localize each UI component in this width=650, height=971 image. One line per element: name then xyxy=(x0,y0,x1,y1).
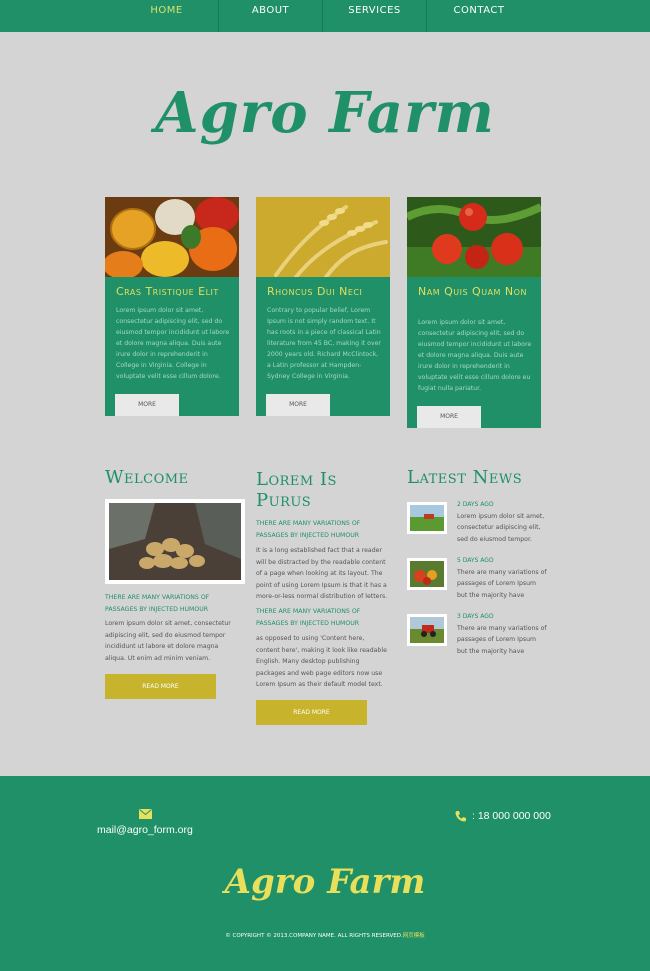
news-image xyxy=(410,561,444,587)
card-title: Nam Quis Quam Non xyxy=(418,285,527,298)
wheat-image xyxy=(256,197,390,277)
read-more-button[interactable]: READ MORE xyxy=(256,700,367,725)
welcome-text: Lorem ipsum dolor sit amet, consectetur … xyxy=(105,620,231,662)
copyright: © COPYRIGHT © 2013.COMPANY NAME. ALL RIG… xyxy=(0,931,650,939)
news-date: 5 DAYS AGO xyxy=(457,557,494,564)
welcome-subhead: THERE ARE MANY VARIATIONS OF PASSAGES BY… xyxy=(105,594,210,613)
news-date: 3 DAYS AGO xyxy=(457,613,494,620)
nav-item-home[interactable]: HOME xyxy=(115,0,219,32)
news-text: There are many variations of passages of… xyxy=(457,625,547,655)
top-nav: HOME ABOUT SERVICES CONTACT xyxy=(0,0,650,32)
feature-card: Cras Tristique Elit Lorem ipsum dolor si… xyxy=(105,197,239,416)
news-text: Lorem ipsum dolor sit amet, consectetur … xyxy=(457,513,545,543)
lorem-text: as opposed to using 'Content here, conte… xyxy=(256,635,387,688)
nav-item-contact[interactable]: CONTACT xyxy=(427,0,531,32)
potatoes-image xyxy=(105,499,245,584)
news-thumb[interactable] xyxy=(407,502,447,534)
tomatoes-image xyxy=(407,197,541,277)
card-text: Lorem ipsum dolor sit amet, consectetur … xyxy=(116,307,230,380)
news-thumb[interactable] xyxy=(407,614,447,646)
more-button[interactable]: MORE xyxy=(266,394,330,416)
card-text: Lorem ipsum dolor sit amet, consectetur … xyxy=(418,319,532,392)
read-more-button[interactable]: READ MORE xyxy=(105,674,216,699)
vegetables-image xyxy=(105,197,239,277)
lorem-text: It is a long established fact that a rea… xyxy=(256,547,388,600)
lorem-subhead: THERE ARE MANY VARIATIONS OF PASSAGES BY… xyxy=(256,608,361,627)
feature-card: Rhoncus Dui Neci Contrary to popular bel… xyxy=(256,197,390,416)
card-title: Rhoncus Dui Neci xyxy=(267,285,363,298)
news-text: There are many variations of passages of… xyxy=(457,569,547,599)
card-title: Cras Tristique Elit xyxy=(116,285,219,298)
footer-logo[interactable]: Agro Farm xyxy=(0,862,650,902)
news-image xyxy=(410,617,444,643)
copyright-link[interactable]: 网页模板 xyxy=(403,933,425,939)
email-link[interactable]: mail@agro_form.org xyxy=(97,824,193,836)
phone-icon xyxy=(455,811,466,822)
lorem-subhead: THERE ARE MANY VARIATIONS OF PASSAGES BY… xyxy=(256,520,361,539)
more-button[interactable]: MORE xyxy=(115,394,179,416)
news-thumb[interactable] xyxy=(407,558,447,590)
nav-item-about[interactable]: ABOUT xyxy=(219,0,323,32)
mail-icon xyxy=(139,809,152,819)
more-button[interactable]: MORE xyxy=(417,406,481,428)
news-date: 2 DAYS AGO xyxy=(457,501,494,508)
news-heading: Latest News xyxy=(407,467,523,488)
copyright-text: © COPYRIGHT © 2013.COMPANY NAME. ALL RIG… xyxy=(225,933,403,939)
welcome-heading: Welcome xyxy=(105,467,189,488)
card-text: Contrary to popular belief, Lorem Ipsum … xyxy=(267,307,381,380)
news-image xyxy=(410,505,444,531)
site-logo[interactable]: Agro Farm xyxy=(0,80,650,146)
nav-item-services[interactable]: SERVICES xyxy=(323,0,427,32)
lorem-heading: Lorem Is Purus xyxy=(256,469,337,511)
nav-menu: HOME ABOUT SERVICES CONTACT xyxy=(115,0,531,32)
phone-number: : 18 000 000 000 xyxy=(472,810,551,822)
feature-card: Nam Quis Quam Non Lorem ipsum dolor sit … xyxy=(407,197,541,428)
